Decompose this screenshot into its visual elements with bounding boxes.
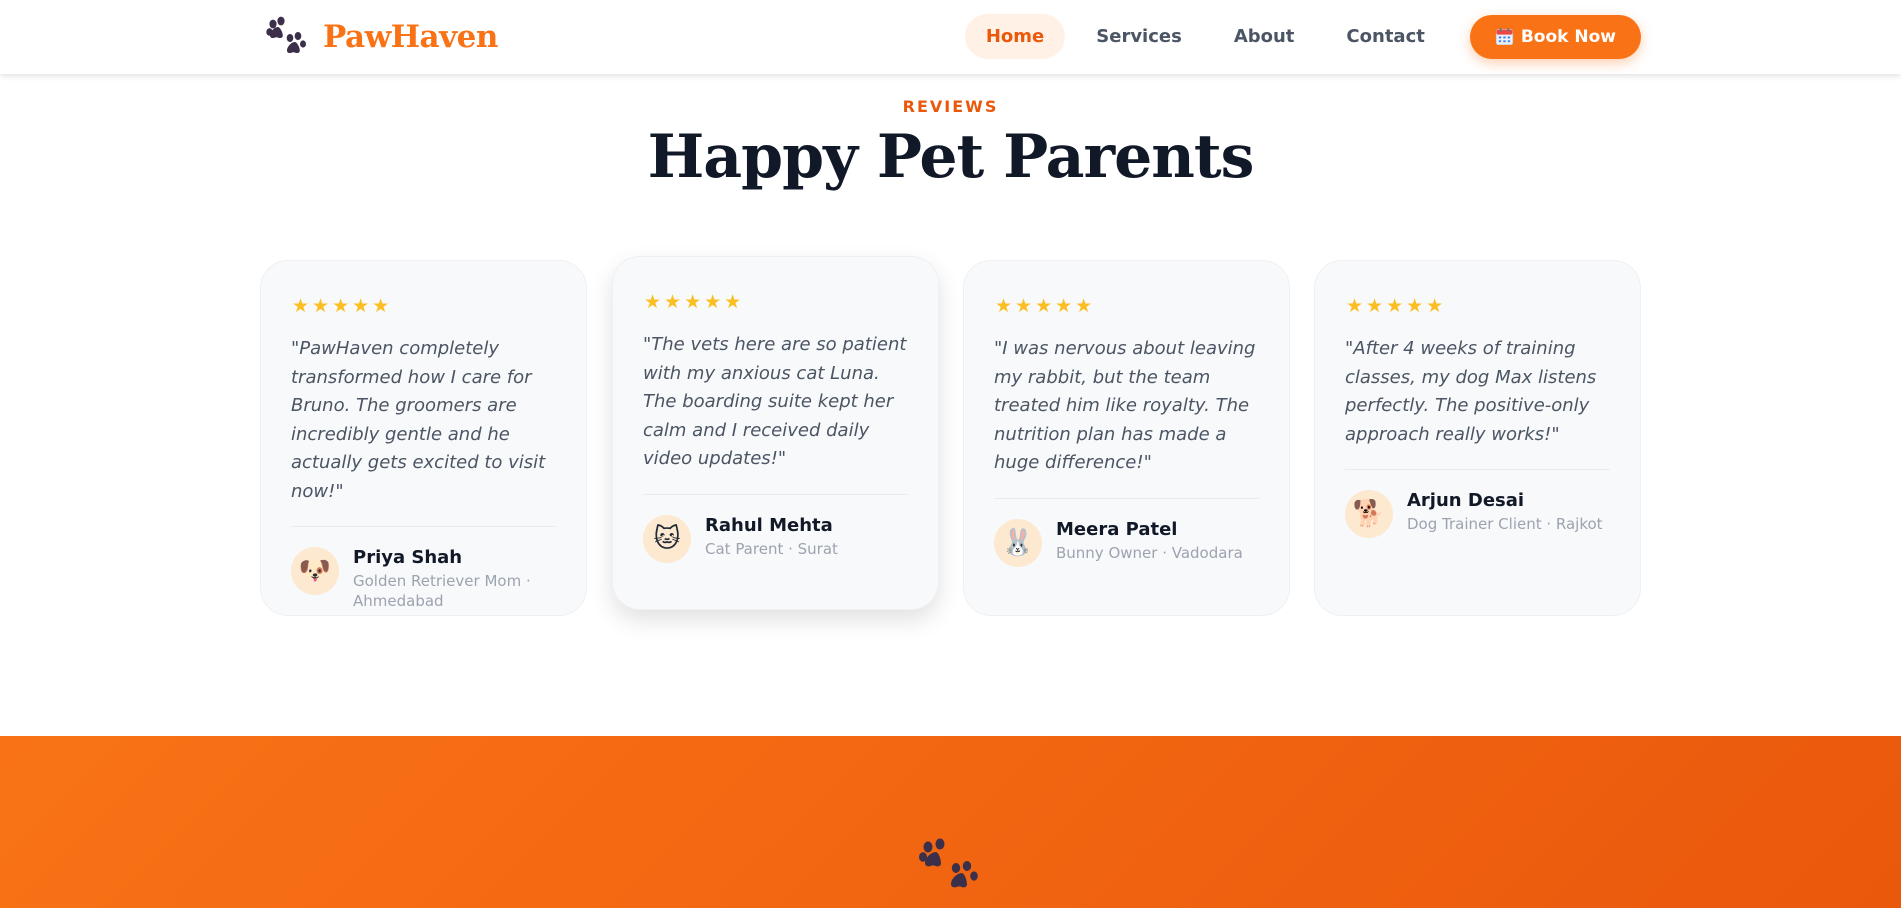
author-name: Priya Shah	[353, 547, 463, 568]
review-card: ★★★★★ "After 4 weeks of training classes…	[1314, 260, 1641, 616]
star-rating: ★★★★★	[1346, 295, 1447, 317]
nav-home-link[interactable]: Home	[964, 14, 1066, 59]
author-name: Arjun Desai	[1407, 490, 1525, 511]
author-meta: Cat Parent · Surat	[705, 539, 838, 558]
book-now-label: Book Now	[1520, 26, 1616, 47]
author-name: Rahul Mehta	[705, 514, 833, 536]
nav-services-link[interactable]: Services	[1075, 14, 1203, 59]
cat-face-icon: 🐱	[643, 514, 691, 563]
nav-contact-link[interactable]: Contact	[1325, 14, 1445, 59]
divider	[1345, 469, 1610, 470]
author-meta: Golden Retriever Mom · Ahmedabad	[353, 572, 531, 610]
brand-name: PawHaven	[323, 19, 498, 55]
navbar: PawHaven Home Services About Contact Boo…	[0, 0, 1901, 74]
book-now-button[interactable]: Book Now	[1469, 14, 1641, 59]
author-meta: Dog Trainer Client · Rajkot	[1407, 515, 1603, 533]
paw-icon	[919, 838, 978, 888]
review-card: ★★★★★ "PawHaven completely transformed h…	[260, 260, 587, 616]
calendar-icon	[1495, 27, 1513, 46]
review-card: ★★★★★ "The vets here are so patient with…	[612, 256, 939, 610]
paw-icon	[266, 16, 306, 54]
review-author: 🐱 Rahul Mehta Cat Parent · Surat	[643, 514, 908, 563]
section-title: Happy Pet Parents	[647, 122, 1255, 192]
author-name: Meera Patel	[1056, 518, 1178, 540]
rabbit-face-icon: 🐰	[994, 518, 1042, 567]
divider	[994, 497, 1259, 499]
star-rating: ★★★★★	[644, 291, 745, 313]
star-rating: ★★★★★	[995, 295, 1096, 317]
nav-about-link[interactable]: About	[1213, 14, 1316, 59]
review-author: 🐰 Meera Patel Bunny Owner · Vadodara	[994, 518, 1259, 567]
divider	[643, 493, 908, 495]
section-eyebrow: REVIEWS	[902, 97, 999, 116]
review-quote: "PawHaven completely transformed how I c…	[291, 338, 546, 502]
review-quote: "After 4 weeks of training classes, my d…	[1345, 338, 1597, 445]
star-rating: ★★★★★	[292, 295, 393, 317]
divider	[291, 526, 556, 527]
nav-links: Home Services About Contact Book Now	[964, 14, 1641, 59]
author-meta: Bunny Owner · Vadodara	[1056, 543, 1243, 562]
review-quote: "The vets here are so patient with my an…	[643, 334, 907, 469]
review-quote: "I was nervous about leaving my rabbit, …	[994, 338, 1256, 473]
review-card: ★★★★★ "I was nervous about leaving my ra…	[963, 260, 1290, 616]
brand-logo[interactable]: PawHaven	[265, 16, 498, 58]
review-author: 🐶 Priya Shah Golden Retriever Mom · Ahme…	[291, 547, 556, 611]
dog-face-icon: 🐶	[291, 547, 339, 595]
review-author: 🐕 Arjun Desai Dog Trainer Client · Rajko…	[1345, 490, 1610, 538]
dog-icon: 🐕	[1345, 490, 1393, 538]
